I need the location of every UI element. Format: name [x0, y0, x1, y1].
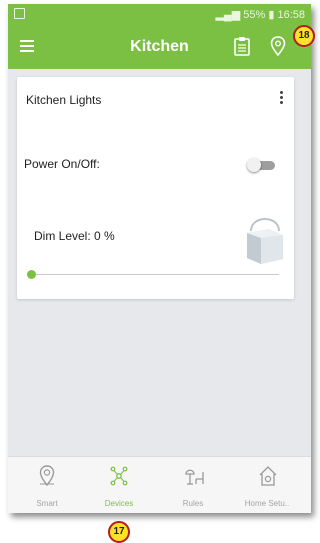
phone-screen: ▂▄▆ 55% ▮ 16:58 Kitchen Kitchen Lights P… — [8, 4, 311, 513]
app-bar: Kitchen — [8, 25, 311, 69]
device-title: Kitchen Lights — [26, 93, 102, 107]
battery-icon: ▮ — [268, 9, 275, 21]
slider-knob[interactable] — [27, 270, 36, 279]
dim-level-slider[interactable] — [27, 270, 279, 280]
dim-level-label: Dim Level: 0 % — [34, 229, 115, 243]
network-nodes-icon — [110, 466, 128, 486]
location-pin-icon[interactable] — [270, 36, 286, 56]
status-bar: ▂▄▆ 55% ▮ 16:58 — [8, 4, 311, 25]
status-right: ▂▄▆ 55% ▮ 16:58 — [215, 8, 305, 21]
callout-badge-18: 18 — [293, 25, 315, 47]
nav-devices[interactable]: Devices — [84, 457, 154, 513]
power-toggle-thumb — [247, 158, 261, 172]
nav-home-setup[interactable]: Home Setu.. — [232, 457, 302, 513]
battery-percent: 55% — [243, 9, 266, 21]
dimmer-module-image — [247, 218, 283, 264]
nav-smart[interactable]: Smart — [12, 457, 82, 513]
signal-icon: ▂▄▆ — [215, 9, 241, 21]
lamp-chair-icon — [185, 469, 204, 485]
clock: 16:58 — [277, 9, 305, 21]
more-options-icon[interactable] — [280, 91, 284, 106]
slider-rail — [31, 274, 279, 275]
power-label: Power On/Off: — [24, 157, 100, 171]
power-toggle[interactable] — [247, 158, 277, 172]
page-title: Kitchen — [130, 38, 189, 55]
device-card: Kitchen Lights Power On/Off: Dim Level: … — [17, 77, 294, 299]
bottom-nav: Smart Devices Rules Home Setu.. — [8, 456, 311, 513]
nav-label: Rules — [182, 499, 204, 508]
clipboard-icon[interactable] — [234, 36, 250, 56]
home-gear-icon — [259, 466, 277, 486]
nav-label: Smart — [36, 499, 58, 508]
nav-rules[interactable]: Rules — [158, 457, 228, 513]
location-pin-icon — [39, 465, 55, 487]
nav-label: Devices — [104, 499, 134, 508]
nav-label: Home Setu.. — [244, 499, 290, 508]
screenshot-notification-icon — [14, 8, 25, 19]
callout-badge-17: 17 — [108, 521, 130, 543]
